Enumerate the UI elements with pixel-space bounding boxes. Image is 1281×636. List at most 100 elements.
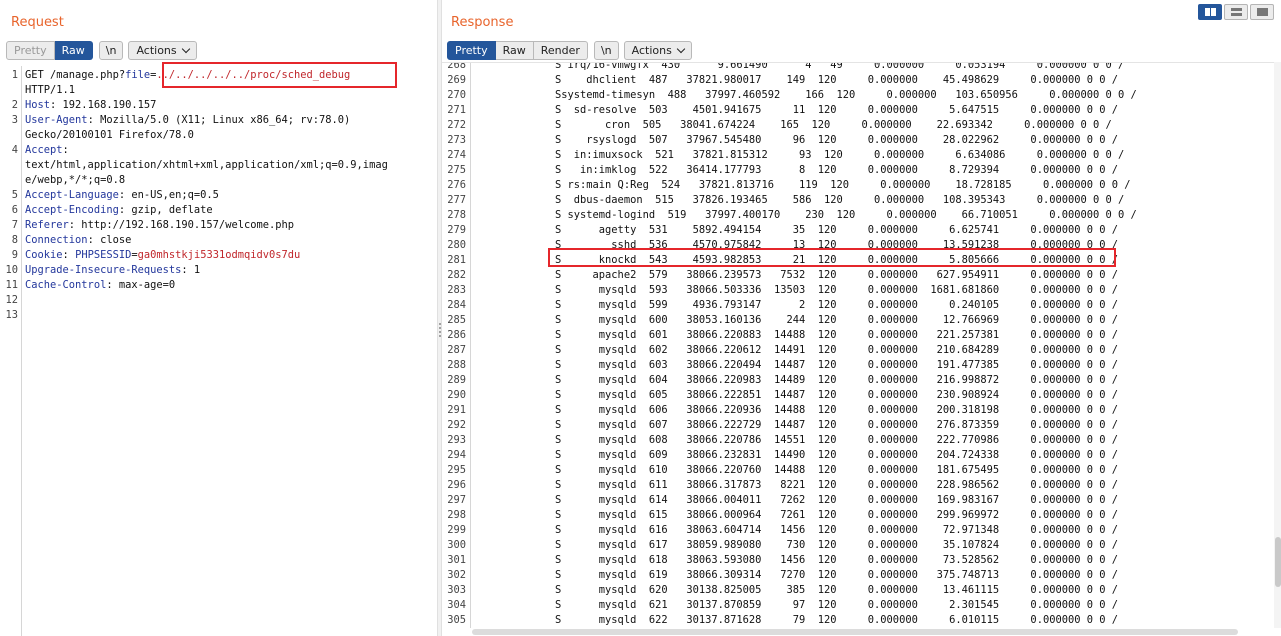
response-pane: Response Pretty Raw Render \n Actions 26… xyxy=(442,0,1281,636)
response-line: S in:imklog 522 36414.177793 8 120 0.000… xyxy=(555,164,1119,176)
request-tab-raw[interactable]: Raw xyxy=(54,41,93,60)
response-line-number: 283 xyxy=(447,284,466,296)
response-line-number: 290 xyxy=(447,389,466,401)
response-line-number: 273 xyxy=(447,134,466,146)
request-highlight-box xyxy=(162,62,397,88)
line-text: : max-age=0 xyxy=(106,279,176,291)
request-line-number: 10 xyxy=(5,264,18,276)
response-line-number: 297 xyxy=(447,494,466,506)
response-line: S mysqld 599 4936.793147 2 120 0.000000 … xyxy=(555,299,1119,311)
response-line-number: 268 xyxy=(447,62,466,71)
response-line: S mysqld 602 38066.220612 14491 120 0.00… xyxy=(555,344,1119,356)
layout-single-button[interactable] xyxy=(1250,4,1274,20)
response-line: S mysqld 610 38066.220760 14488 120 0.00… xyxy=(555,464,1119,476)
response-line: S dhclient 487 37821.980017 149 120 0.00… xyxy=(555,74,1119,86)
request-actions-button[interactable]: Actions xyxy=(128,41,197,60)
response-line-number: 296 xyxy=(447,479,466,491)
response-actions-label: Actions xyxy=(631,44,672,57)
response-title: Response xyxy=(451,15,514,30)
response-line: S apache2 579 38066.239573 7532 120 0.00… xyxy=(555,269,1119,281)
layout-stacked-button[interactable] xyxy=(1224,4,1248,20)
line-text: : close xyxy=(87,234,132,246)
line-text: : 192.168.190.157 xyxy=(50,99,157,111)
request-line-number: 1 xyxy=(11,69,18,81)
response-line: S mysqld 616 38063.604714 1456 120 0.000… xyxy=(555,524,1119,536)
response-horizontal-scrollbar[interactable] xyxy=(472,629,1238,635)
response-line: S mysqld 620 30138.825005 385 120 0.0000… xyxy=(555,584,1119,596)
response-line: S in:imuxsock 521 37821.815312 93 120 0.… xyxy=(555,149,1125,161)
response-line-number: 289 xyxy=(447,374,466,386)
response-line: S rsyslogd 507 37967.545480 96 120 0.000… xyxy=(555,134,1119,146)
header-name: Host xyxy=(25,99,51,111)
response-editor[interactable]: 268 269 270 271 272 273 274 275 276 277 278 279 280 2… xyxy=(442,62,1281,628)
request-line: Accept: xyxy=(25,143,69,158)
response-line: S mysqld 615 38066.000964 7261 120 0.000… xyxy=(555,509,1119,521)
response-line: S mysqld 617 38059.989080 730 120 0.0000… xyxy=(555,539,1119,551)
response-vertical-scrollbar[interactable] xyxy=(1275,537,1281,587)
response-line: S sd-resolve 503 4501.941675 11 120 0.00… xyxy=(555,104,1119,116)
request-line: User-Agent: Mozilla/5.0 (X11; Linux x86_… xyxy=(25,113,350,128)
response-line-number: 272 xyxy=(447,119,466,131)
request-line: Connection: close xyxy=(25,233,131,248)
response-line-number: 286 xyxy=(447,329,466,341)
request-editor[interactable]: 1 2 3 4 5 6 7 8 9 10 11 12 13 GET /manage.php?file=.… xyxy=(0,66,437,636)
request-line-number: 3 xyxy=(11,114,18,126)
request-line-number: 4 xyxy=(11,144,18,156)
request-line: Referer: http://192.168.190.157/welcome.… xyxy=(25,218,294,233)
response-highlight-box xyxy=(548,248,1116,267)
response-line: S mysqld 614 38066.004011 7262 120 0.000… xyxy=(555,494,1119,506)
response-line-number: 299 xyxy=(447,524,466,536)
response-line: S mysqld 604 38066.220983 14489 120 0.00… xyxy=(555,374,1119,386)
line-text: GET /manage.php? xyxy=(25,69,126,81)
response-line: S mysqld 621 30137.870859 97 120 0.00000… xyxy=(555,599,1119,611)
response-line-number: 295 xyxy=(447,464,466,476)
request-line-number: 2 xyxy=(11,99,18,111)
response-line: S irq/16-vmwgfx 430 9.661490 4 49 0.0000… xyxy=(555,62,1125,71)
response-line-number: 280 xyxy=(447,239,466,251)
response-line: S mysqld 593 38066.503336 13503 120 0.00… xyxy=(555,284,1119,296)
response-tab-pretty[interactable]: Pretty xyxy=(447,41,496,60)
layout-toggle xyxy=(1196,4,1274,20)
request-line: Cache-Control: max-age=0 xyxy=(25,278,175,293)
request-line: Host: 192.168.190.157 xyxy=(25,98,156,113)
param-value: ga0mhstkji5331odmqidv0s7du xyxy=(137,249,301,261)
response-line: S mysqld 611 38066.317873 8221 120 0.000… xyxy=(555,479,1119,491)
request-line-number: 5 xyxy=(11,189,18,201)
header-name: Accept xyxy=(25,144,63,156)
chevron-down-icon xyxy=(676,44,686,54)
request-line-number: 7 xyxy=(11,219,18,231)
header-name: Accept-Encoding xyxy=(25,204,119,216)
drag-handle-icon xyxy=(439,323,441,339)
line-text: : en-US,en;q=0.5 xyxy=(118,189,219,201)
response-line-number: 300 xyxy=(447,539,466,551)
request-tab-pretty[interactable]: Pretty xyxy=(6,41,55,60)
request-tab-newline[interactable]: \n xyxy=(98,41,124,60)
response-tab-render[interactable]: Render xyxy=(533,41,588,60)
response-tab-newline[interactable]: \n xyxy=(593,41,619,60)
columns-icon xyxy=(1204,8,1216,16)
response-line: S mysqld 609 38066.232831 14490 120 0.00… xyxy=(555,449,1119,461)
response-line: S cron 505 38041.674224 165 120 0.000000… xyxy=(555,119,1112,131)
line-text: Gecko/20100101 Firefox/78.0 xyxy=(25,129,194,141)
response-line-number: 293 xyxy=(447,434,466,446)
request-tabbar: Pretty Raw \n Actions xyxy=(6,41,202,60)
response-line: S mysqld 603 38066.220494 14487 120 0.00… xyxy=(555,359,1119,371)
line-text: : xyxy=(62,144,69,156)
response-actions-button[interactable]: Actions xyxy=(623,41,692,60)
request-line-number: 13 xyxy=(5,309,18,321)
response-line-number: 302 xyxy=(447,569,466,581)
response-tab-raw[interactable]: Raw xyxy=(495,41,534,60)
request-line: HTTP/1.1 xyxy=(25,83,75,98)
layout-side-by-side-button[interactable] xyxy=(1198,4,1222,20)
response-line: S mysqld 618 38063.593080 1456 120 0.000… xyxy=(555,554,1119,566)
response-line-number: 292 xyxy=(447,419,466,431)
response-line: S mysqld 601 38066.220883 14488 120 0.00… xyxy=(555,329,1119,341)
response-line: S dbus-daemon 515 37826.193465 586 120 0… xyxy=(555,194,1125,206)
request-line: Gecko/20100101 Firefox/78.0 xyxy=(25,128,194,143)
response-tabbar: Pretty Raw Render \n Actions xyxy=(447,41,697,60)
request-line-number: 9 xyxy=(11,249,18,261)
header-name: Accept-Language xyxy=(25,189,119,201)
response-line: S agetty 531 5892.494154 35 120 0.000000… xyxy=(555,224,1119,236)
line-text: : http://192.168.190.157/welcome.php xyxy=(68,219,295,231)
line-text: : gzip, deflate xyxy=(118,204,213,216)
